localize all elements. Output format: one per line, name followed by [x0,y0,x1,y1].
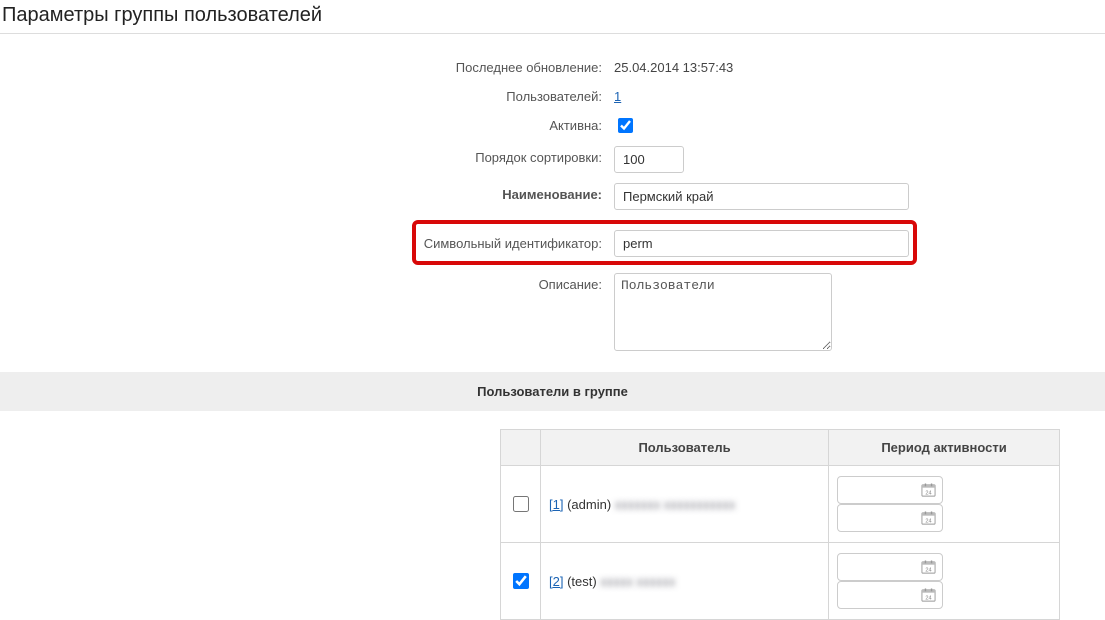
date-to-input[interactable]: 24 [837,581,943,609]
symbol-id-highlight: Символьный идентификатор: [412,220,917,265]
sort-order-label: Порядок сортировки: [0,146,608,165]
date-to-input[interactable]: 24 [837,504,943,532]
col-user-header: Пользователь [541,430,829,466]
date-from-input[interactable]: 24 [837,553,943,581]
date-from-input[interactable]: 24 [837,476,943,504]
users-count-label: Пользователей: [0,85,608,104]
symbol-id-input[interactable] [614,230,909,257]
user-login: (test) [567,574,597,589]
last-update-value: 25.04.2014 13:57:43 [608,56,1105,75]
symbol-id-label: Символьный идентификатор: [418,236,608,251]
table-row: [2] (test) xxxxx xxxxxx 24 24 [501,543,1060,620]
page-title: Параметры группы пользователей [0,0,1105,34]
description-textarea[interactable] [614,273,832,351]
description-label: Описание: [0,273,608,292]
form-area: Последнее обновление: 25.04.2014 13:57:4… [0,56,1105,354]
last-update-label: Последнее обновление: [0,56,608,75]
user-login: (admin) [567,497,611,512]
row-checkbox[interactable] [513,496,529,512]
sort-order-input[interactable] [614,146,684,173]
col-check-header [501,430,541,466]
name-input[interactable] [614,183,909,210]
svg-text:24: 24 [925,595,931,601]
user-name-obscured: xxxxxxx xxxxxxxxxxx [615,497,736,512]
calendar-icon: 24 [921,483,936,498]
user-id-link[interactable]: [2] [549,574,563,589]
user-name-obscured: xxxxx xxxxxx [600,574,675,589]
active-label: Активна: [0,114,608,133]
svg-text:24: 24 [925,567,931,573]
svg-text:24: 24 [925,490,931,496]
name-label: Наименование: [0,183,608,202]
row-checkbox[interactable] [513,573,529,589]
calendar-icon: 24 [921,560,936,575]
users-section-header: Пользователи в группе [0,372,1105,411]
active-checkbox[interactable] [618,118,633,133]
calendar-icon: 24 [921,511,936,526]
svg-text:24: 24 [925,518,931,524]
user-id-link[interactable]: [1] [549,497,563,512]
table-row: [1] (admin) xxxxxxx xxxxxxxxxxx 24 24 [501,466,1060,543]
users-count-link[interactable]: 1 [614,89,621,104]
col-period-header: Период активности [829,430,1060,466]
calendar-icon: 24 [921,588,936,603]
users-table: Пользователь Период активности [1] (admi… [500,429,1060,620]
